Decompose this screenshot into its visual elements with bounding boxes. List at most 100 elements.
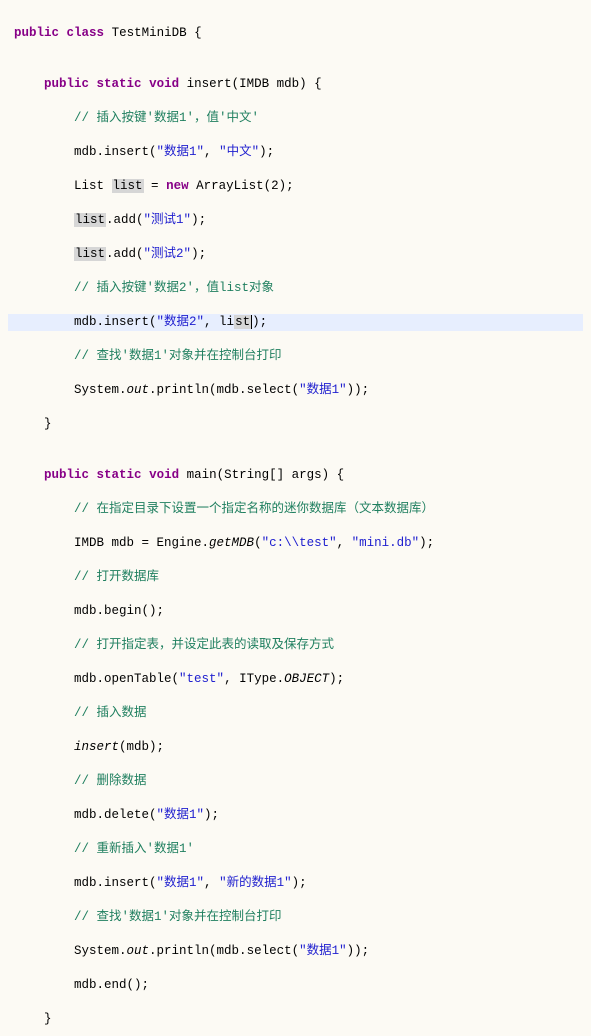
code-line: } xyxy=(8,416,583,433)
code-line: // 查找'数据1'对象并在控制台打印 xyxy=(8,348,583,365)
method-sig: insert(IMDB mdb) { xyxy=(187,77,322,91)
code-line: } xyxy=(8,1011,583,1028)
code-line: // 插入按键'数据1'，值'中文' xyxy=(8,110,583,127)
keyword-void: void xyxy=(149,77,179,91)
code: = xyxy=(144,179,167,193)
string: "数据1" xyxy=(157,808,205,822)
keyword-static: static xyxy=(97,468,142,482)
string: "数据1" xyxy=(157,876,205,890)
static-call: insert xyxy=(74,740,119,754)
keyword-public: public xyxy=(44,468,89,482)
code: ); xyxy=(252,315,267,329)
string: "数据1" xyxy=(157,145,205,159)
var-list-partial: st xyxy=(234,315,251,329)
brace: } xyxy=(44,1012,52,1026)
keyword-new: new xyxy=(166,179,189,193)
code: mdb.insert( xyxy=(74,876,157,890)
keyword-void: void xyxy=(149,468,179,482)
var-list: list xyxy=(74,247,106,261)
code: mdb.insert( xyxy=(74,315,157,329)
code-line: System.out.println(mdb.select("数据1")); xyxy=(8,382,583,399)
code: .println(mdb.select( xyxy=(149,944,299,958)
code: System. xyxy=(74,383,127,397)
code: , xyxy=(337,536,352,550)
code-line: // 打开数据库 xyxy=(8,569,583,586)
string: "中文" xyxy=(219,145,259,159)
comment: // 插入按键'数据2'，值list对象 xyxy=(74,281,274,295)
code: ); xyxy=(191,247,206,261)
code-line: List list = new ArrayList(2); xyxy=(8,178,583,195)
string: "新的数据1" xyxy=(219,876,292,890)
code-line: // 在指定目录下设置一个指定名称的迷你数据库（文本数据库） xyxy=(8,501,583,518)
code: System. xyxy=(74,944,127,958)
code: IMDB mdb = Engine. xyxy=(74,536,209,550)
comment: // 删除数据 xyxy=(74,774,147,788)
string: "数据2" xyxy=(157,315,205,329)
brace: } xyxy=(44,417,52,431)
code: mdb.openTable( xyxy=(74,672,179,686)
string: "c:\\test" xyxy=(262,536,337,550)
var-list: list xyxy=(74,213,106,227)
static-const: OBJECT xyxy=(284,672,329,686)
code-line: IMDB mdb = Engine.getMDB("c:\\test", "mi… xyxy=(8,535,583,552)
code-line: list.add("测试2"); xyxy=(8,246,583,263)
code-line: mdb.insert("数据1", "中文"); xyxy=(8,144,583,161)
code-line: mdb.end(); xyxy=(8,977,583,994)
comment: // 在指定目录下设置一个指定名称的迷你数据库（文本数据库） xyxy=(74,502,434,516)
code-block: public class TestMiniDB { public static … xyxy=(8,8,583,1036)
code: mdb.begin(); xyxy=(74,604,164,618)
code-line: // 插入数据 xyxy=(8,705,583,722)
code-line: mdb.begin(); xyxy=(8,603,583,620)
comment: // 查找'数据1'对象并在控制台打印 xyxy=(74,910,282,924)
string: "数据1" xyxy=(299,383,347,397)
comment: // 插入数据 xyxy=(74,706,147,720)
code-line: public static void main(String[] args) { xyxy=(8,467,583,484)
code: mdb.delete( xyxy=(74,808,157,822)
code-line: public class TestMiniDB { xyxy=(8,25,583,42)
code: , li xyxy=(204,315,234,329)
code: mdb.insert( xyxy=(74,145,157,159)
code-line: mdb.delete("数据1"); xyxy=(8,807,583,824)
highlighted-line: mdb.insert("数据2", list); xyxy=(8,314,583,331)
code: mdb.end(); xyxy=(74,978,149,992)
code-line: // 插入按键'数据2'，值list对象 xyxy=(8,280,583,297)
code-line: list.add("测试1"); xyxy=(8,212,583,229)
comment: // 打开指定表，并设定此表的读取及保存方式 xyxy=(74,638,334,652)
comment: // 插入按键'数据1'，值'中文' xyxy=(74,111,259,125)
method-sig: main(String[] args) { xyxy=(187,468,345,482)
static-out: out xyxy=(127,383,150,397)
code: , xyxy=(204,145,219,159)
code-line: // 删除数据 xyxy=(8,773,583,790)
code-line: mdb.openTable("test", IType.OBJECT); xyxy=(8,671,583,688)
code: , IType. xyxy=(224,672,284,686)
code-line: System.out.println(mdb.select("数据1")); xyxy=(8,943,583,960)
code: .add( xyxy=(106,247,144,261)
keyword-public: public xyxy=(44,77,89,91)
string: "测试1" xyxy=(144,213,192,227)
keyword-static: static xyxy=(97,77,142,91)
code-line: public static void insert(IMDB mdb) { xyxy=(8,76,583,93)
static-out: out xyxy=(127,944,150,958)
code: ); xyxy=(259,145,274,159)
string: "数据1" xyxy=(299,944,347,958)
comment: // 查找'数据1'对象并在控制台打印 xyxy=(74,349,282,363)
static-method: getMDB xyxy=(209,536,254,550)
string: "test" xyxy=(179,672,224,686)
keyword-public: public xyxy=(14,26,59,40)
code-line: insert(mdb); xyxy=(8,739,583,756)
code-line: // 重新插入'数据1' xyxy=(8,841,583,858)
code: List xyxy=(74,179,112,193)
code-line: // 打开指定表，并设定此表的读取及保存方式 xyxy=(8,637,583,654)
comment: // 打开数据库 xyxy=(74,570,159,584)
class-name: TestMiniDB { xyxy=(112,26,202,40)
code: ); xyxy=(419,536,434,550)
var-list: list xyxy=(112,179,144,193)
code-line: // 查找'数据1'对象并在控制台打印 xyxy=(8,909,583,926)
code: )); xyxy=(347,383,370,397)
code: )); xyxy=(347,944,370,958)
code: ArrayList(2); xyxy=(189,179,294,193)
code: .println(mdb.select( xyxy=(149,383,299,397)
code: ); xyxy=(191,213,206,227)
code: (mdb); xyxy=(119,740,164,754)
code: ); xyxy=(329,672,344,686)
